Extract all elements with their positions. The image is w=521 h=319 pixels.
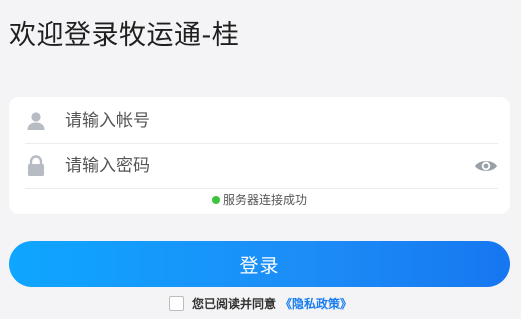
server-status-text: 服务器连接成功 <box>222 193 307 207</box>
eye-icon[interactable] <box>474 156 498 176</box>
username-row <box>25 99 498 144</box>
username-input[interactable] <box>65 106 498 136</box>
page-title: 欢迎登录牧运通-桂 <box>9 20 240 51</box>
lock-icon <box>25 155 47 177</box>
password-row <box>25 144 498 189</box>
login-button[interactable]: 登录 <box>9 241 510 287</box>
agreement-text: 您已阅读并同意 <box>191 297 276 311</box>
server-status: 服务器连接成功 <box>9 191 510 208</box>
status-dot-icon <box>211 195 220 204</box>
privacy-policy-link[interactable]: 《隐私政策》 <box>280 295 352 312</box>
password-input[interactable] <box>65 151 474 181</box>
user-icon <box>25 110 47 132</box>
agreement-checkbox[interactable] <box>168 296 184 311</box>
login-form-card: 服务器连接成功 <box>9 97 510 214</box>
agreement-row: 您已阅读并同意 《隐私政策》 <box>0 295 521 312</box>
